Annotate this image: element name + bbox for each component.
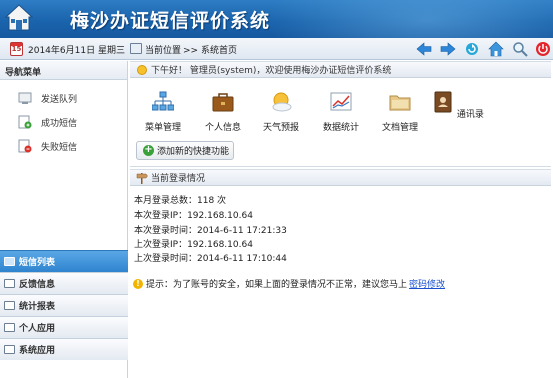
breadcrumb: >> 系统首页 [183,46,237,56]
quick-statistics[interactable]: 数据统计 [311,91,371,133]
add-shortcut-button[interactable]: + 添加新的快捷功能 [136,141,234,160]
house-logo-icon [5,4,33,31]
login-line: 本次登录时间：2014-6-11 17:21:33 [134,226,287,236]
left-sidebar: 导航菜单 发送队列 成功短信 失败短信 短信列表 反馈信息 统计报表 个人应用 … [0,61,128,378]
quick-label: 通讯录 [456,110,484,120]
sidebar-item-label: 成功短信 [41,118,78,129]
calendar-day: 15 [11,45,22,53]
address-book-icon [434,91,452,113]
menu-label: 统计报表 [19,302,56,312]
menu-reports[interactable]: 统计报表 [0,294,128,316]
location-label: 当前位置 [145,46,182,56]
menu-icon [4,345,15,354]
change-password-link[interactable]: 密码修改 [409,277,445,290]
app-header: 梅沙办证短信评价系统 [0,0,553,38]
menu-label: 反馈信息 [19,280,56,290]
login-info-title: 当前登录情况 [151,174,206,184]
login-info-header: 当前登录情况 [130,169,551,186]
app-title: 梅沙办证短信评价系统 [70,10,271,32]
home-icon[interactable] [488,41,504,57]
org-chart-icon [151,91,175,111]
security-tip: ! 提示：为了账号的安全，如果上面的登录情况不正常，建议您马上 密码修改 [133,277,445,290]
refresh-icon[interactable] [464,41,480,57]
add-shortcut-label: 添加新的快捷功能 [157,147,230,157]
weather-icon [272,92,292,112]
warning-icon: ! [133,278,143,289]
forward-arrow-icon[interactable] [440,41,456,57]
power-icon[interactable] [535,41,551,57]
sidebar-item-send-queue[interactable]: 发送队列 [18,90,77,106]
send-queue-icon [18,92,32,104]
signpost-icon [136,172,148,184]
quick-weather[interactable]: 天气预报 [251,91,311,133]
nav-menu-title: 导航菜单 [0,61,127,80]
briefcase-icon [212,93,234,112]
folder-icon [389,95,411,111]
quick-label: 个人信息 [204,123,241,133]
sidebar-item-label: 失败短信 [41,142,78,153]
quick-contacts[interactable]: 通讯录 [428,91,488,120]
top-toolbar: 15 2014年6月11日 星期三 当前位置 >> 系统首页 [0,38,553,60]
failed-message-icon [18,139,32,153]
menu-system-apps[interactable]: 系统应用 [0,338,128,360]
sidebar-item-success-sms[interactable]: 成功短信 [18,114,77,130]
header-decoration [263,0,553,38]
success-message-icon [18,115,32,129]
chart-icon [330,92,352,111]
quick-documents[interactable]: 文档管理 [370,91,430,133]
menu-feedback[interactable]: 反馈信息 [0,272,128,294]
quick-label: 文档管理 [381,123,418,133]
login-line: 上次登录时间：2014-6-11 17:10:44 [134,254,287,264]
current-date: 2014年6月11日 星期三 [28,46,125,56]
login-line: 上次登录IP：192.168.10.64 [134,240,253,250]
menu-icon [4,323,15,332]
sidebar-item-failed-sms[interactable]: 失败短信 [18,138,77,154]
menu-icon [4,301,15,310]
add-icon: + [143,144,154,156]
back-arrow-icon[interactable] [416,41,432,57]
menu-sms-list[interactable]: 短信列表 [0,250,128,272]
menu-icon [4,257,15,266]
search-icon[interactable] [512,41,528,57]
sidebar-item-label: 发送队列 [41,94,78,105]
sun-icon [137,64,147,75]
welcome-bar: 下午好！ 管理员(system)，欢迎使用梅沙办证短信评价系统 [130,61,551,78]
divider [130,166,551,167]
calendar-icon: 15 [10,42,23,56]
quick-label: 天气预报 [262,123,299,133]
welcome-text: 下午好！ 管理员(system)，欢迎使用梅沙办证短信评价系统 [151,66,392,76]
quick-label: 数据统计 [322,123,359,133]
login-line: 本月登录总数：118 次 [134,196,227,206]
menu-personal-apps[interactable]: 个人应用 [0,316,128,338]
menu-label: 个人应用 [19,324,56,334]
quick-label: 菜单管理 [144,123,181,133]
quick-menu-management[interactable]: 菜单管理 [133,91,193,133]
menu-icon [4,279,15,288]
menu-label: 短信列表 [19,258,56,268]
quick-personal-info[interactable]: 个人信息 [193,91,253,133]
location-icon [130,43,142,54]
menu-label: 系统应用 [19,346,56,356]
login-line: 本次登录IP：192.168.10.64 [134,211,253,221]
tip-text: 提示：为了账号的安全，如果上面的登录情况不正常，建议您马上 [146,280,408,290]
